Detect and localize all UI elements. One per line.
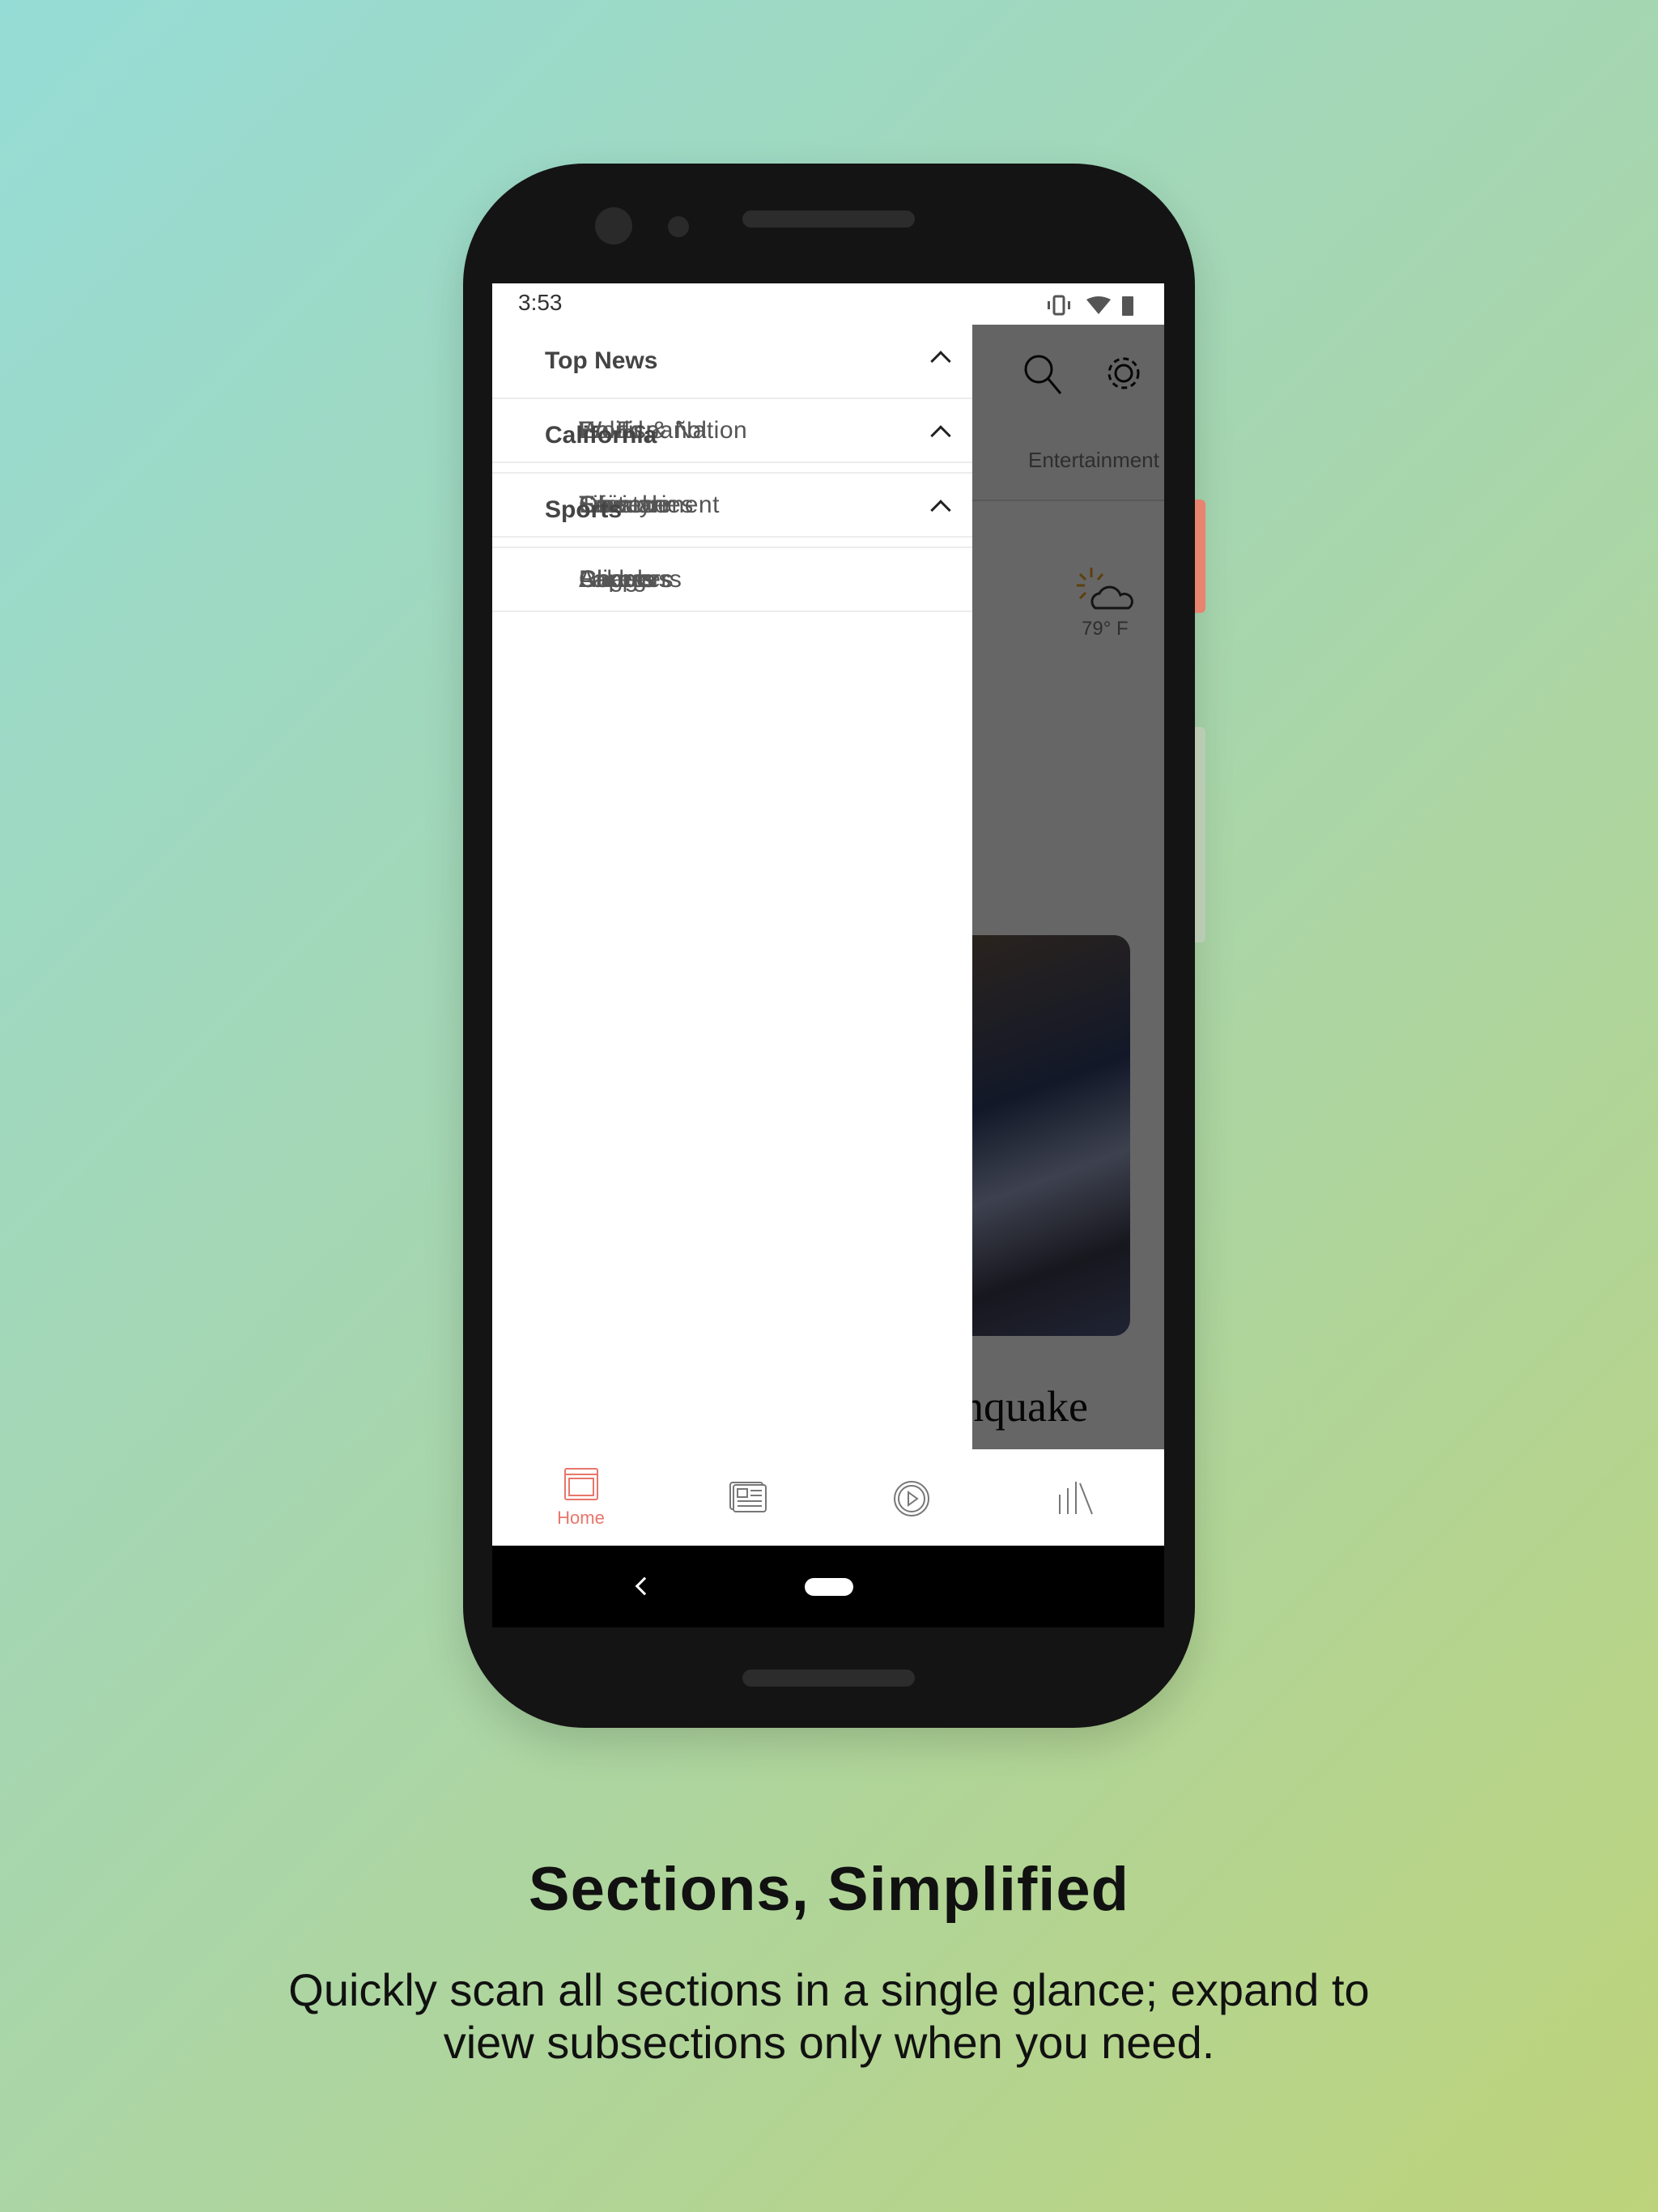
chevron-up-icon[interactable] bbox=[930, 425, 951, 446]
status-time: 3:53 bbox=[518, 290, 563, 315]
section-label: Sports bbox=[545, 496, 623, 523]
section-top-news[interactable]: Top News bbox=[492, 325, 972, 399]
caption-line-2: view subsections only when you need. bbox=[443, 2017, 1215, 2068]
volume-button bbox=[1195, 727, 1205, 942]
home-icon bbox=[564, 1468, 598, 1500]
nav-library[interactable] bbox=[993, 1449, 1160, 1546]
caption-line-1: Quickly scan all sections in a single gl… bbox=[288, 1964, 1370, 2015]
section-california[interactable]: California bbox=[492, 399, 972, 474]
status-icons bbox=[1048, 295, 1133, 316]
tab-entertainment[interactable]: Entertainment bbox=[1028, 448, 1159, 473]
nav-home-label: Home bbox=[557, 1508, 605, 1528]
home-pill-button[interactable] bbox=[805, 1578, 853, 1596]
section-label: California bbox=[545, 422, 657, 449]
caption-title: Sections, Simplified bbox=[528, 1855, 1130, 1924]
nav-home[interactable]: Home bbox=[497, 1449, 665, 1546]
status-bar: 3:53 bbox=[492, 283, 1164, 325]
chevron-up-icon[interactable] bbox=[930, 500, 951, 521]
back-icon[interactable] bbox=[635, 1576, 654, 1596]
vibrate-icon bbox=[1048, 295, 1070, 316]
library-icon bbox=[1059, 1482, 1093, 1515]
bottom-speaker bbox=[742, 1670, 915, 1687]
subsection-label: Rams bbox=[579, 565, 644, 593]
wifi-icon bbox=[1086, 296, 1111, 314]
sensor bbox=[668, 216, 689, 237]
weather-temp: 79° F bbox=[1082, 618, 1129, 640]
nav-newspaper[interactable] bbox=[665, 1449, 832, 1546]
sections-drawer: Top News Politics World & Nation En Espa… bbox=[492, 325, 972, 1449]
chevron-up-icon[interactable] bbox=[930, 351, 951, 372]
earpiece bbox=[742, 211, 915, 228]
section-sports[interactable]: Sports bbox=[492, 474, 972, 548]
newspaper-icon bbox=[729, 1482, 767, 1512]
nav-video[interactable] bbox=[828, 1449, 996, 1546]
play-icon bbox=[894, 1481, 929, 1516]
front-camera bbox=[595, 207, 632, 245]
section-label: Top News bbox=[545, 347, 658, 374]
system-navigation-bar bbox=[492, 1546, 1164, 1627]
power-button bbox=[1195, 500, 1205, 613]
bottom-navigation: Home bbox=[492, 1449, 1164, 1546]
battery-icon bbox=[1122, 296, 1133, 316]
screen: 3:53 Entertainment 79° F hquake ••• Top … bbox=[492, 283, 1164, 1627]
subsection-rams[interactable]: Rams bbox=[492, 548, 972, 612]
